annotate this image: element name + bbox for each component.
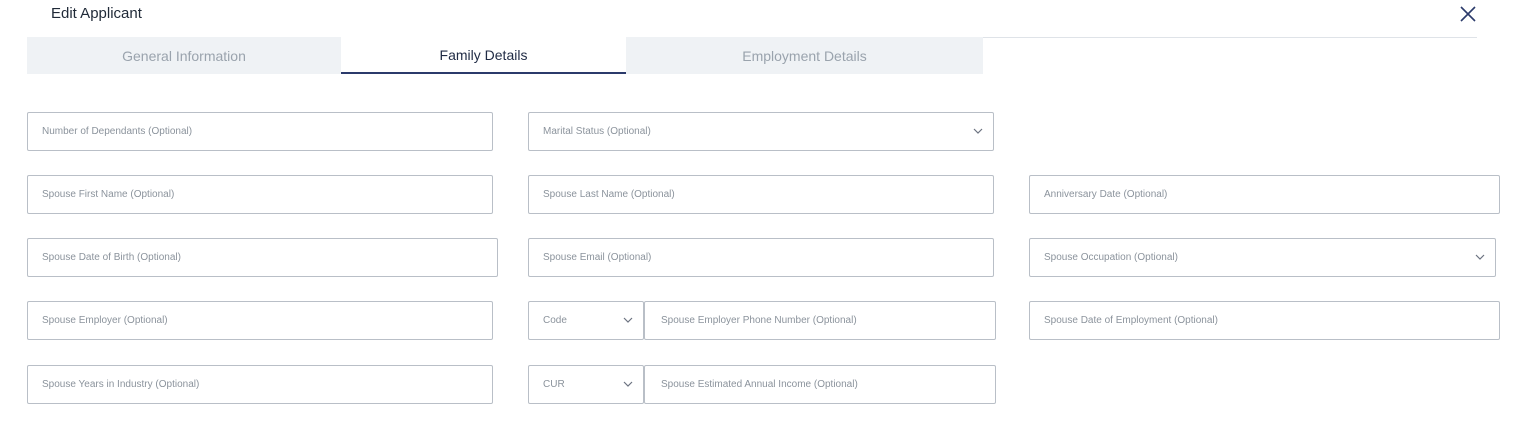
- chevron-down-icon: [1475, 254, 1485, 260]
- marital-status-select[interactable]: Marital Status (Optional): [528, 112, 994, 151]
- spouse-email-field[interactable]: [528, 238, 994, 277]
- tab-general-information[interactable]: General Information: [27, 37, 341, 74]
- spouse-employer-input[interactable]: [28, 302, 492, 339]
- close-icon[interactable]: [1458, 4, 1478, 24]
- anniversary-date-field[interactable]: [1029, 175, 1500, 214]
- spouse-dob-input[interactable]: [28, 239, 497, 276]
- spouse-date-of-employment-input[interactable]: [1030, 302, 1499, 339]
- chevron-down-icon: [623, 317, 633, 323]
- spouse-date-of-employment-field[interactable]: [1029, 301, 1500, 340]
- marital-status-label: Marital Status (Optional): [543, 126, 651, 137]
- phone-code-select[interactable]: Code: [528, 301, 644, 340]
- spouse-income-input[interactable]: [645, 366, 995, 403]
- spouse-last-name-field[interactable]: [528, 175, 994, 214]
- tab-family-details[interactable]: Family Details: [341, 37, 626, 74]
- dependants-field[interactable]: [27, 112, 493, 151]
- spouse-years-in-industry-field[interactable]: [27, 365, 493, 404]
- currency-select[interactable]: CUR: [528, 365, 644, 404]
- phone-code-label: Code: [543, 315, 567, 326]
- spouse-first-name-input[interactable]: [28, 176, 492, 213]
- dialog-title: Edit Applicant: [51, 5, 142, 22]
- header-divider: [983, 37, 1477, 38]
- spouse-years-in-industry-input[interactable]: [28, 366, 492, 403]
- chevron-down-icon: [973, 128, 983, 134]
- spouse-occupation-select[interactable]: Spouse Occupation (Optional): [1029, 238, 1496, 277]
- spouse-occupation-label: Spouse Occupation (Optional): [1044, 252, 1178, 263]
- spouse-employer-field[interactable]: [27, 301, 493, 340]
- spouse-first-name-field[interactable]: [27, 175, 493, 214]
- spouse-dob-field[interactable]: [27, 238, 498, 277]
- spouse-employer-phone-field[interactable]: [644, 301, 996, 340]
- spouse-last-name-input[interactable]: [529, 176, 993, 213]
- chevron-down-icon: [623, 381, 633, 387]
- tab-bar: General Information Family Details Emplo…: [27, 37, 983, 74]
- spouse-income-field[interactable]: [644, 365, 996, 404]
- spouse-email-input[interactable]: [529, 239, 993, 276]
- currency-label: CUR: [543, 379, 565, 390]
- tab-employment-details[interactable]: Employment Details: [626, 37, 983, 74]
- dependants-input[interactable]: [28, 113, 492, 150]
- spouse-employer-phone-input[interactable]: [645, 302, 995, 339]
- anniversary-date-input[interactable]: [1030, 176, 1499, 213]
